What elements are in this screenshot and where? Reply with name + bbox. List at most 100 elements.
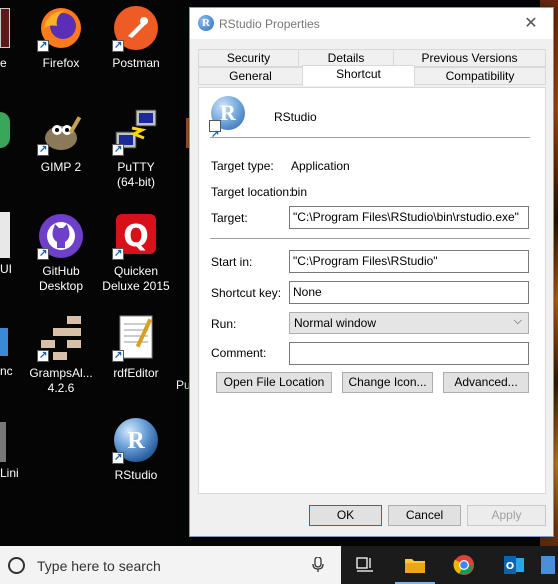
partial-icon-1[interactable] (0, 8, 10, 48)
cancel-button[interactable]: Cancel (388, 505, 461, 526)
shortcut-arrow-icon (112, 246, 124, 261)
rstudio-icon: R (112, 416, 160, 465)
shortcut-arrow-icon (37, 348, 49, 363)
apply-button[interactable]: Apply (467, 505, 546, 526)
tab-security[interactable]: Security (198, 49, 299, 67)
desktop-icon-github[interactable]: GitHub Desktop (20, 212, 102, 294)
tab-compatibility[interactable]: Compatibility (414, 67, 546, 85)
tab-previous-versions[interactable]: Previous Versions (393, 49, 546, 67)
icon-label: GrampsAl... (29, 366, 93, 380)
shortcut-arrow-icon (209, 118, 221, 152)
partial-icon-5[interactable] (0, 422, 6, 462)
ok-button[interactable]: OK (309, 505, 382, 526)
icon-label: GitHub (42, 264, 80, 278)
partial-label-1: e (0, 56, 7, 70)
partial-label-3: UI (0, 262, 12, 276)
partial-icon-3[interactable] (0, 212, 10, 258)
taskbar-chrome[interactable] (440, 546, 488, 584)
run-select[interactable]: Normal window ⌵ (289, 312, 529, 334)
desktop-icon-putty[interactable]: PuTTY (64-bit) (95, 108, 177, 190)
shortcut-arrow-icon (112, 450, 124, 465)
divider (210, 137, 530, 138)
desktop-icon-rstudio[interactable]: R RStudio (95, 416, 177, 483)
partial-label-5: Lini (0, 466, 19, 480)
shortcut-arrow-icon (112, 38, 124, 53)
postman-icon (112, 4, 160, 53)
partial-icon-2[interactable] (0, 112, 10, 148)
comment-input[interactable] (289, 342, 529, 365)
shortcut-arrow-icon (112, 348, 124, 363)
task-view-button[interactable] (341, 546, 389, 584)
rstudio-icon: R (209, 96, 245, 152)
quicken-icon: Q (112, 212, 160, 261)
properties-dialog: R RStudio Properties ✕ Security Details … (189, 7, 554, 537)
dialog-title: RStudio Properties (219, 17, 320, 31)
cortana-icon (8, 557, 25, 574)
firefox-icon (37, 4, 85, 53)
svg-text:R: R (127, 428, 145, 454)
shortcut-name: RStudio (274, 110, 317, 124)
icon-label-line2: Deluxe 2015 (102, 279, 170, 293)
icon-label-line2: 4.2.6 (47, 381, 75, 395)
svg-text:O: O (506, 561, 515, 572)
target-label: Target: (211, 211, 248, 225)
taskbar: Type here to search O (0, 546, 558, 584)
desktop-icon-postman[interactable]: Postman (95, 4, 177, 71)
desktop-icon-rdfeditor[interactable]: rdfEditor (95, 314, 177, 381)
partial-icon-4[interactable] (0, 328, 8, 356)
taskbar-app-partial[interactable] (538, 546, 558, 584)
desktop-icon-quicken[interactable]: Q Quicken Deluxe 2015 (95, 212, 177, 294)
icon-label: Postman (112, 56, 160, 70)
start-in-input[interactable]: "C:\Program Files\RStudio" (289, 250, 529, 273)
shortcut-key-label: Shortcut key: (211, 286, 282, 300)
target-input[interactable]: "C:\Program Files\RStudio\bin\rstudio.ex… (289, 206, 529, 229)
gimp-icon (37, 108, 85, 157)
shortcut-arrow-icon (37, 246, 49, 261)
target-location-label: Target location: (211, 185, 293, 199)
icon-label: Quicken (113, 264, 159, 278)
start-in-label: Start in: (211, 255, 253, 269)
advanced-button[interactable]: Advanced... (443, 372, 529, 393)
close-button[interactable]: ✕ (509, 8, 553, 39)
taskbar-file-explorer[interactable] (391, 546, 439, 584)
icon-label-line2: Desktop (38, 279, 84, 293)
search-input[interactable]: Type here to search (37, 558, 161, 574)
tab-strip: Security Details Previous Versions Gener… (198, 49, 546, 91)
icon-label: RStudio (114, 468, 158, 482)
tab-general[interactable]: General (198, 67, 303, 85)
comment-label: Comment: (211, 346, 267, 360)
icon-label-line2: (64-bit) (116, 175, 155, 189)
target-location-value: bin (291, 185, 308, 199)
microphone-icon[interactable] (312, 556, 324, 576)
icon-label: GIMP 2 (40, 160, 82, 174)
icon-label: rdfEditor (113, 366, 159, 380)
run-select-value: Normal window (294, 316, 377, 330)
icon-label: Firefox (42, 56, 80, 70)
chrome-icon (453, 555, 474, 575)
svg-text:Q: Q (123, 219, 149, 254)
partial-label-4: nc (0, 364, 13, 378)
outlook-icon: O (504, 556, 524, 574)
putty-icon (112, 108, 160, 157)
folder-icon (405, 559, 425, 573)
shortcut-arrow-icon (37, 38, 49, 53)
desktop-icon-gimp[interactable]: GIMP 2 (20, 108, 102, 175)
shortcut-panel: R RStudio Target type: Application Targe… (198, 87, 546, 494)
github-icon (37, 212, 85, 261)
dialog-titlebar[interactable]: R RStudio Properties ✕ (190, 8, 553, 39)
desktop-icon-gramps[interactable]: GrampsAl... 4.2.6 (20, 314, 102, 396)
rstudio-icon: R (198, 15, 214, 31)
rdfeditor-icon (112, 314, 160, 363)
task-view-icon (356, 557, 373, 572)
taskbar-search[interactable]: Type here to search (0, 546, 341, 584)
desktop-icon-firefox[interactable]: Firefox (20, 4, 102, 71)
close-icon: ✕ (524, 15, 538, 32)
change-icon-button[interactable]: Change Icon... (342, 372, 433, 393)
taskbar-outlook[interactable]: O (490, 546, 538, 584)
open-file-location-button[interactable]: Open File Location (216, 372, 332, 393)
shortcut-key-input[interactable]: None (289, 281, 529, 304)
gramps-icon (37, 314, 85, 363)
divider (210, 238, 530, 239)
shortcut-arrow-icon (112, 142, 124, 157)
tab-shortcut[interactable]: Shortcut (302, 65, 415, 86)
